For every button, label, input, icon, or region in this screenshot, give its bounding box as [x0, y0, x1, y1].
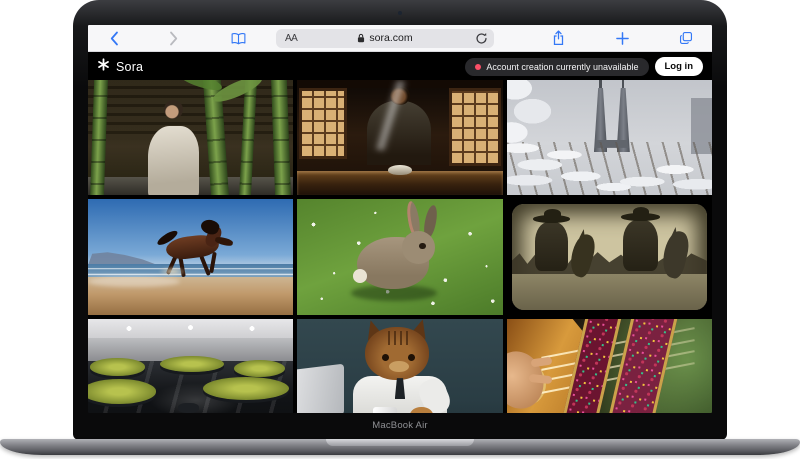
kimono-figure [148, 126, 199, 195]
back-button[interactable] [104, 28, 124, 48]
reload-button[interactable] [475, 32, 488, 45]
device-label: MacBook Air [73, 420, 727, 431]
dark-rock [178, 403, 199, 413]
vintage-film-frame [512, 204, 707, 311]
webcam-dot [398, 11, 402, 15]
moss-island [234, 360, 285, 377]
book-icon [231, 32, 246, 45]
video-thumbnail-sepia-cowboys[interactable] [507, 199, 712, 315]
cowboy-rider [535, 222, 568, 271]
address-bar[interactable]: AA sora.com [276, 29, 494, 48]
laptop-screen-prop [297, 363, 344, 413]
shoji-window [299, 88, 346, 159]
tab-overview-button[interactable] [676, 28, 696, 48]
video-thumbnail-meadow-rabbit[interactable] [297, 199, 502, 315]
rabbit-tail [353, 269, 367, 283]
rabbit-eye [419, 243, 425, 249]
cowboy-rider [623, 220, 658, 271]
lid-notch [326, 439, 474, 446]
rabbit-head [402, 231, 435, 263]
moss-island [90, 358, 145, 375]
status-dot-icon [475, 64, 481, 70]
sand-dust [158, 266, 187, 276]
cat-forehead-stripes [384, 331, 413, 345]
brand-home-link[interactable]: Sora [97, 58, 143, 76]
snowy-tree [507, 80, 564, 158]
openai-logo-icon [97, 58, 110, 76]
login-button[interactable]: Log in [655, 57, 704, 76]
tower-antenna [599, 80, 601, 89]
cat-eye [382, 354, 389, 361]
video-thumbnail-snow-towers[interactable] [507, 80, 712, 195]
cowboy-hat-crown [633, 207, 650, 217]
chevron-right-icon [169, 31, 179, 46]
gallery-ceiling [88, 319, 293, 338]
status-badge: Account creation currently unavailable [465, 58, 648, 76]
share-button[interactable] [548, 28, 568, 48]
ground [512, 274, 707, 310]
lock-icon [357, 33, 365, 43]
brand-name: Sora [116, 60, 143, 74]
macbook-mockup: AA sora.com [0, 0, 800, 459]
coffee-mug [373, 407, 397, 413]
reader-mode-button[interactable]: AA [285, 33, 297, 44]
site-header: Sora Account creation currently unavaila… [88, 53, 712, 80]
laptop-lid: AA sora.com [73, 0, 727, 440]
cowboy-hat-crown [544, 209, 561, 219]
status-text: Account creation currently unavailable [486, 62, 638, 72]
shoji-window [449, 88, 500, 166]
plus-icon [616, 32, 629, 45]
tabs-icon [679, 31, 693, 45]
bookmarks-button[interactable] [228, 28, 248, 48]
tower-antenna [622, 80, 624, 89]
video-thumbnail-office-cat[interactable] [297, 319, 502, 413]
video-thumbnail-tea-man[interactable] [297, 80, 502, 195]
video-thumbnail-embroidered-guitar[interactable] [507, 319, 712, 413]
new-tab-button[interactable] [612, 28, 632, 48]
wet-sand-shine [88, 276, 180, 288]
moss-island [88, 379, 156, 403]
video-grid [88, 80, 712, 413]
url-text: sora.com [369, 32, 412, 44]
video-thumbnail-bamboo-woman[interactable] [88, 80, 293, 195]
sora-page: Sora Account creation currently unavaila… [88, 53, 712, 413]
video-thumbnail-moss-installation[interactable] [88, 319, 293, 413]
safari-toolbar: AA sora.com [88, 25, 712, 52]
laptop-screen: AA sora.com [88, 25, 712, 413]
mountain [88, 250, 158, 265]
chevron-left-icon [109, 31, 119, 46]
video-thumbnail-beach-horse[interactable] [88, 199, 293, 315]
forward-button[interactable] [164, 28, 184, 48]
share-icon [552, 30, 565, 46]
